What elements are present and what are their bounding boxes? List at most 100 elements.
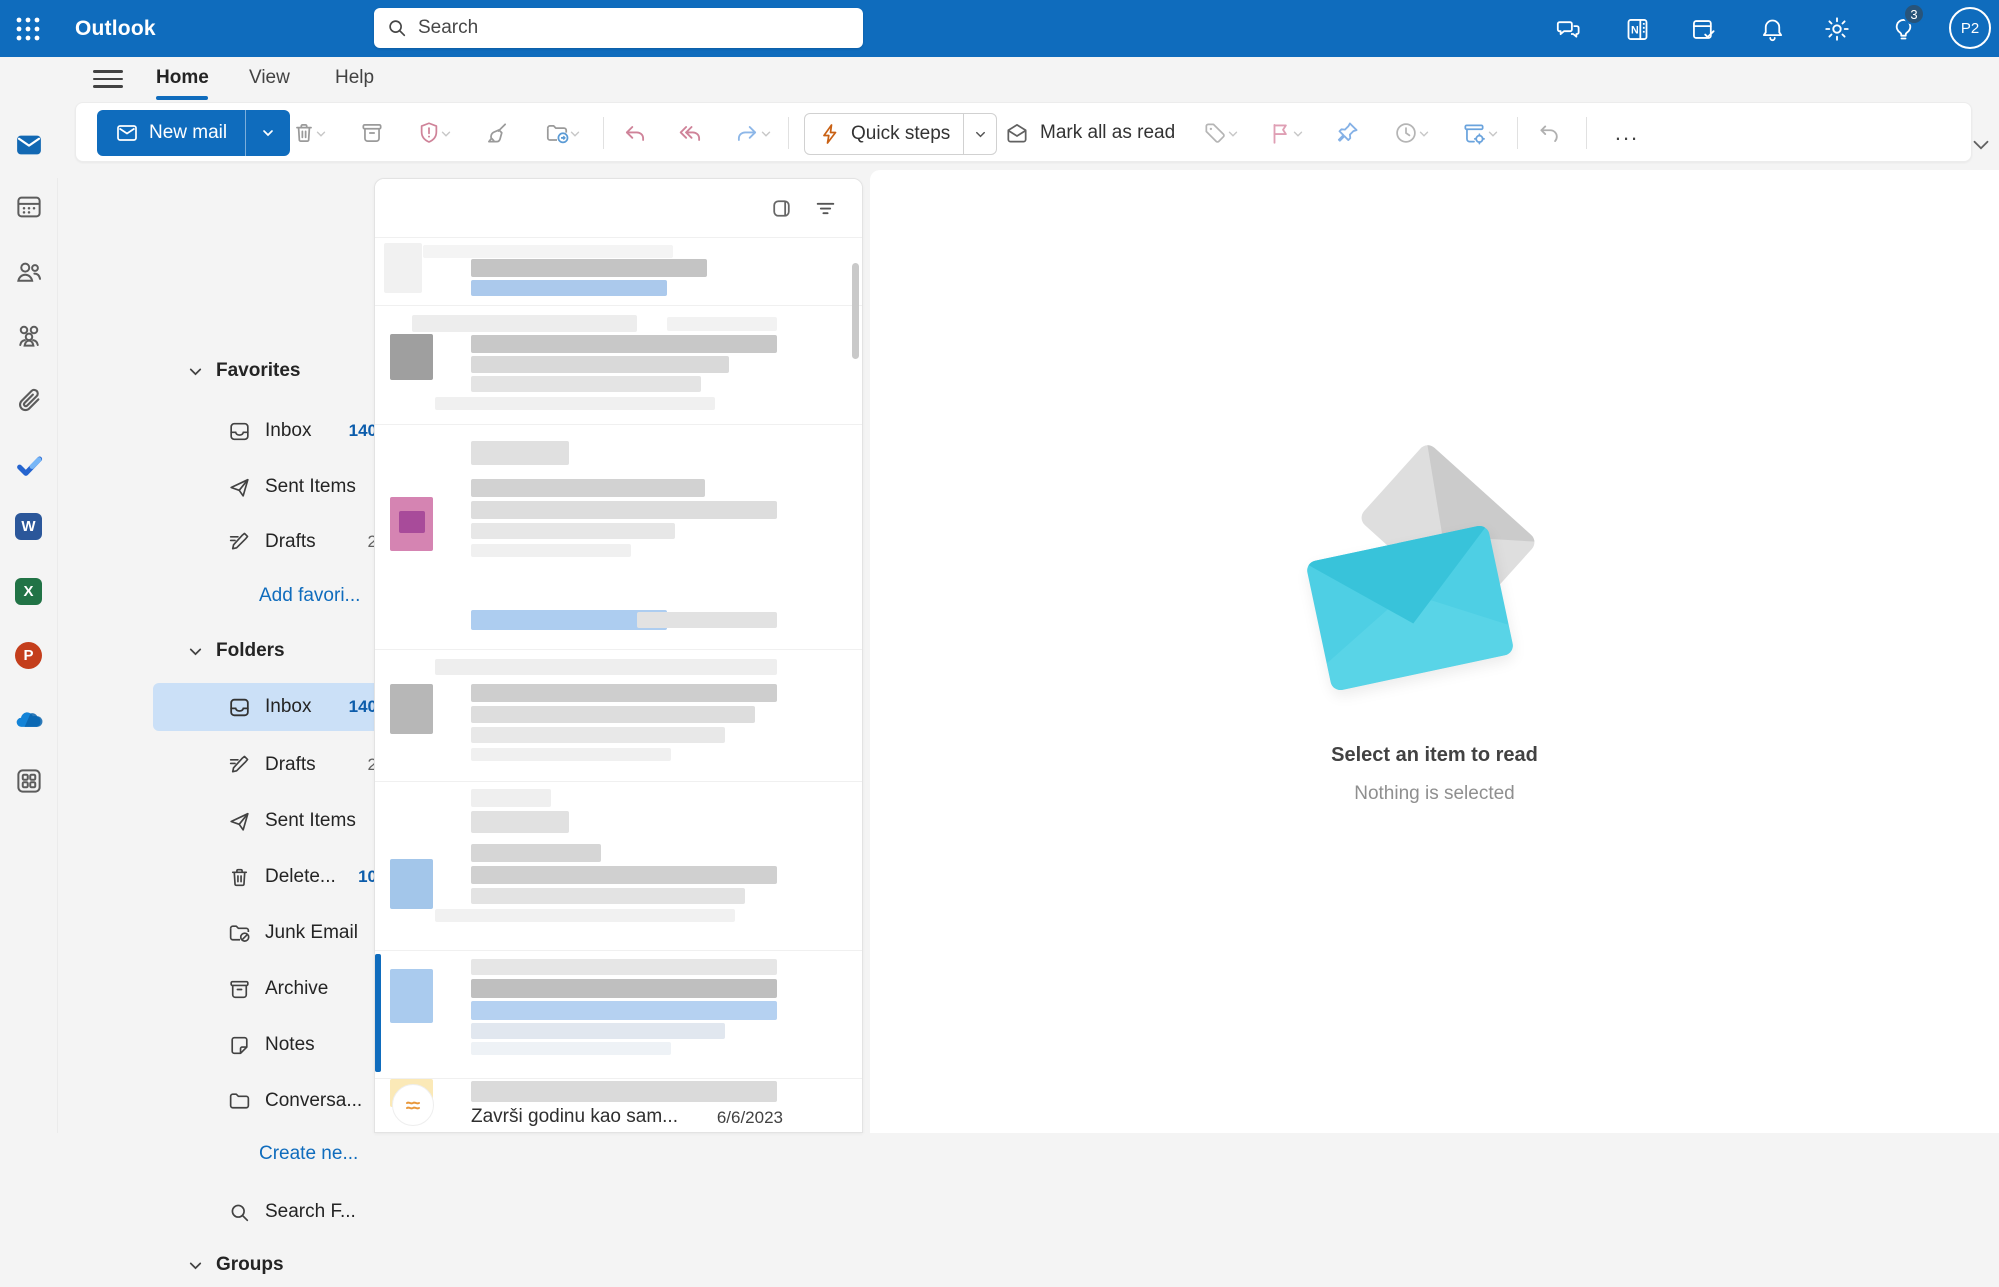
filter-icon[interactable] bbox=[811, 194, 839, 222]
folder-label: Drafts bbox=[265, 531, 316, 553]
email-date: 6/6/2023 bbox=[693, 1108, 783, 1128]
svg-text:N: N bbox=[1630, 24, 1638, 36]
new-mail-dropdown-chevron[interactable] bbox=[245, 110, 290, 156]
tab-view[interactable]: View bbox=[249, 62, 290, 94]
notifications-bell-icon[interactable] bbox=[1757, 14, 1787, 44]
new-mail-envelope-icon bbox=[115, 121, 139, 145]
toolbar-separator bbox=[603, 117, 604, 149]
favorites-sent-items[interactable]: Sent Items bbox=[153, 463, 389, 511]
envelopes-illustration bbox=[1295, 470, 1575, 710]
section-folders[interactable]: Folders bbox=[153, 629, 393, 673]
sweep-icon[interactable] bbox=[484, 120, 510, 146]
mark-all-read-button[interactable]: Mark all as read bbox=[994, 113, 1185, 153]
rail-calendar-icon[interactable] bbox=[13, 191, 44, 222]
ppt-letter: P bbox=[15, 642, 42, 669]
new-mail-button[interactable]: New mail bbox=[97, 110, 290, 156]
archive-icon[interactable] bbox=[359, 120, 385, 146]
folders-archive[interactable]: Archive bbox=[153, 965, 389, 1013]
snooze-clock-icon[interactable] bbox=[1393, 120, 1419, 146]
rail-excel-icon[interactable]: X bbox=[13, 576, 44, 607]
app-launcher-icon[interactable] bbox=[10, 11, 46, 47]
email-subject[interactable]: Završi godinu kao sam... bbox=[471, 1106, 701, 1128]
hamburger-menu-icon[interactable] bbox=[93, 66, 123, 92]
tab-home[interactable]: Home bbox=[156, 62, 209, 94]
add-favorite-link[interactable]: Add favori... bbox=[153, 574, 389, 618]
ribbon-toolbar: New mail bbox=[75, 102, 1972, 162]
section-favorites[interactable]: Favorites bbox=[153, 349, 393, 393]
new-mail-label: New mail bbox=[149, 122, 227, 144]
pin-icon[interactable] bbox=[1334, 120, 1360, 146]
rail-mail-icon[interactable] bbox=[13, 129, 44, 160]
search-input[interactable]: Search bbox=[374, 8, 863, 48]
section-label: Favorites bbox=[216, 360, 300, 382]
categorize-tag-icon[interactable] bbox=[1202, 120, 1228, 146]
rail-people-icon[interactable] bbox=[13, 256, 44, 287]
forward-icon[interactable] bbox=[734, 120, 760, 146]
drafts-pencil-icon bbox=[227, 753, 252, 778]
quick-steps-chevron-icon[interactable] bbox=[963, 114, 996, 154]
section-label: Folders bbox=[216, 640, 285, 662]
collapse-ribbon-chevron-icon[interactable] bbox=[1968, 132, 1994, 158]
folders-inbox-selected[interactable]: Inbox 140 bbox=[153, 683, 389, 731]
my-day-calendar-icon[interactable] bbox=[1688, 14, 1718, 44]
categorize-chevron-icon[interactable] bbox=[1226, 127, 1240, 141]
folder-label: Notes bbox=[265, 1034, 315, 1056]
rail-word-icon[interactable]: W bbox=[13, 511, 44, 542]
snooze-chevron-icon[interactable] bbox=[1417, 127, 1431, 141]
rail-more-apps-icon[interactable] bbox=[13, 765, 44, 796]
tab-help[interactable]: Help bbox=[335, 62, 374, 94]
settings-gear-icon[interactable] bbox=[1822, 14, 1852, 44]
folders-conversation-history[interactable]: Conversa... bbox=[153, 1077, 389, 1125]
move-to-chevron-icon[interactable] bbox=[568, 127, 582, 141]
rail-todo-icon[interactable] bbox=[13, 448, 44, 479]
quick-steps-button[interactable]: Quick steps bbox=[804, 113, 997, 155]
message-list: Završi godinu kao sam... 6/6/2023 bbox=[374, 178, 863, 1133]
brand-title: Outlook bbox=[75, 0, 156, 57]
folder-pane: Favorites Inbox 140 Sent Items Drafts 2 … bbox=[57, 170, 374, 1133]
reply-icon[interactable] bbox=[622, 120, 648, 146]
blurred-message-rows[interactable] bbox=[375, 179, 862, 1132]
archive-settings-icon[interactable] bbox=[1461, 120, 1487, 146]
select-mode-icon[interactable] bbox=[767, 194, 795, 222]
folders-junk-email[interactable]: Junk Email bbox=[153, 909, 389, 957]
folders-search-folders[interactable]: Search F... bbox=[153, 1188, 389, 1236]
undo-icon[interactable] bbox=[1536, 120, 1562, 146]
toolbar-separator bbox=[788, 117, 789, 149]
rail-onedrive-icon[interactable] bbox=[13, 705, 44, 736]
quick-steps-label: Quick steps bbox=[851, 123, 950, 145]
account-avatar[interactable]: P2 bbox=[1949, 7, 1991, 49]
send-icon bbox=[227, 475, 252, 500]
onenote-feed-icon[interactable]: N bbox=[1622, 14, 1652, 44]
mark-all-read-icon bbox=[1004, 120, 1030, 146]
chevron-down-icon bbox=[187, 643, 204, 660]
chevron-down-icon bbox=[187, 363, 204, 380]
folder-label: Archive bbox=[265, 978, 328, 1000]
delete-chevron-icon[interactable] bbox=[314, 127, 328, 141]
toolbar-separator bbox=[1517, 117, 1518, 149]
sender-avatar bbox=[392, 1084, 434, 1126]
folders-deleted-items[interactable]: Delete... 10 bbox=[153, 853, 389, 901]
folders-drafts[interactable]: Drafts 2 bbox=[153, 741, 389, 789]
rail-files-icon[interactable] bbox=[13, 384, 44, 415]
empty-state-title: Select an item to read bbox=[1331, 744, 1538, 767]
archive-settings-chevron-icon[interactable] bbox=[1486, 127, 1500, 141]
reply-all-icon[interactable] bbox=[678, 120, 704, 146]
rail-groups-icon[interactable] bbox=[13, 319, 44, 350]
folders-notes[interactable]: Notes bbox=[153, 1021, 389, 1069]
excel-letter: X bbox=[15, 578, 42, 605]
message-list-scrollbar[interactable] bbox=[852, 263, 859, 359]
folders-sent-items[interactable]: Sent Items bbox=[153, 797, 389, 845]
folder-icon bbox=[227, 1089, 252, 1114]
flag-chevron-icon[interactable] bbox=[1291, 127, 1305, 141]
teams-chat-icon[interactable] bbox=[1553, 14, 1583, 44]
move-to-folder-icon[interactable] bbox=[544, 120, 570, 146]
report-chevron-icon[interactable] bbox=[439, 127, 453, 141]
forward-chevron-icon[interactable] bbox=[759, 127, 773, 141]
favorites-drafts[interactable]: Drafts 2 bbox=[153, 518, 389, 566]
section-groups[interactable]: Groups bbox=[153, 1243, 393, 1287]
favorites-inbox[interactable]: Inbox 140 bbox=[153, 407, 389, 455]
create-new-folder-link[interactable]: Create ne... bbox=[153, 1132, 389, 1176]
rail-powerpoint-icon[interactable]: P bbox=[13, 640, 44, 671]
toolbar-overflow-button[interactable]: ... bbox=[1607, 117, 1647, 149]
folder-label: Conversa... bbox=[265, 1090, 362, 1112]
